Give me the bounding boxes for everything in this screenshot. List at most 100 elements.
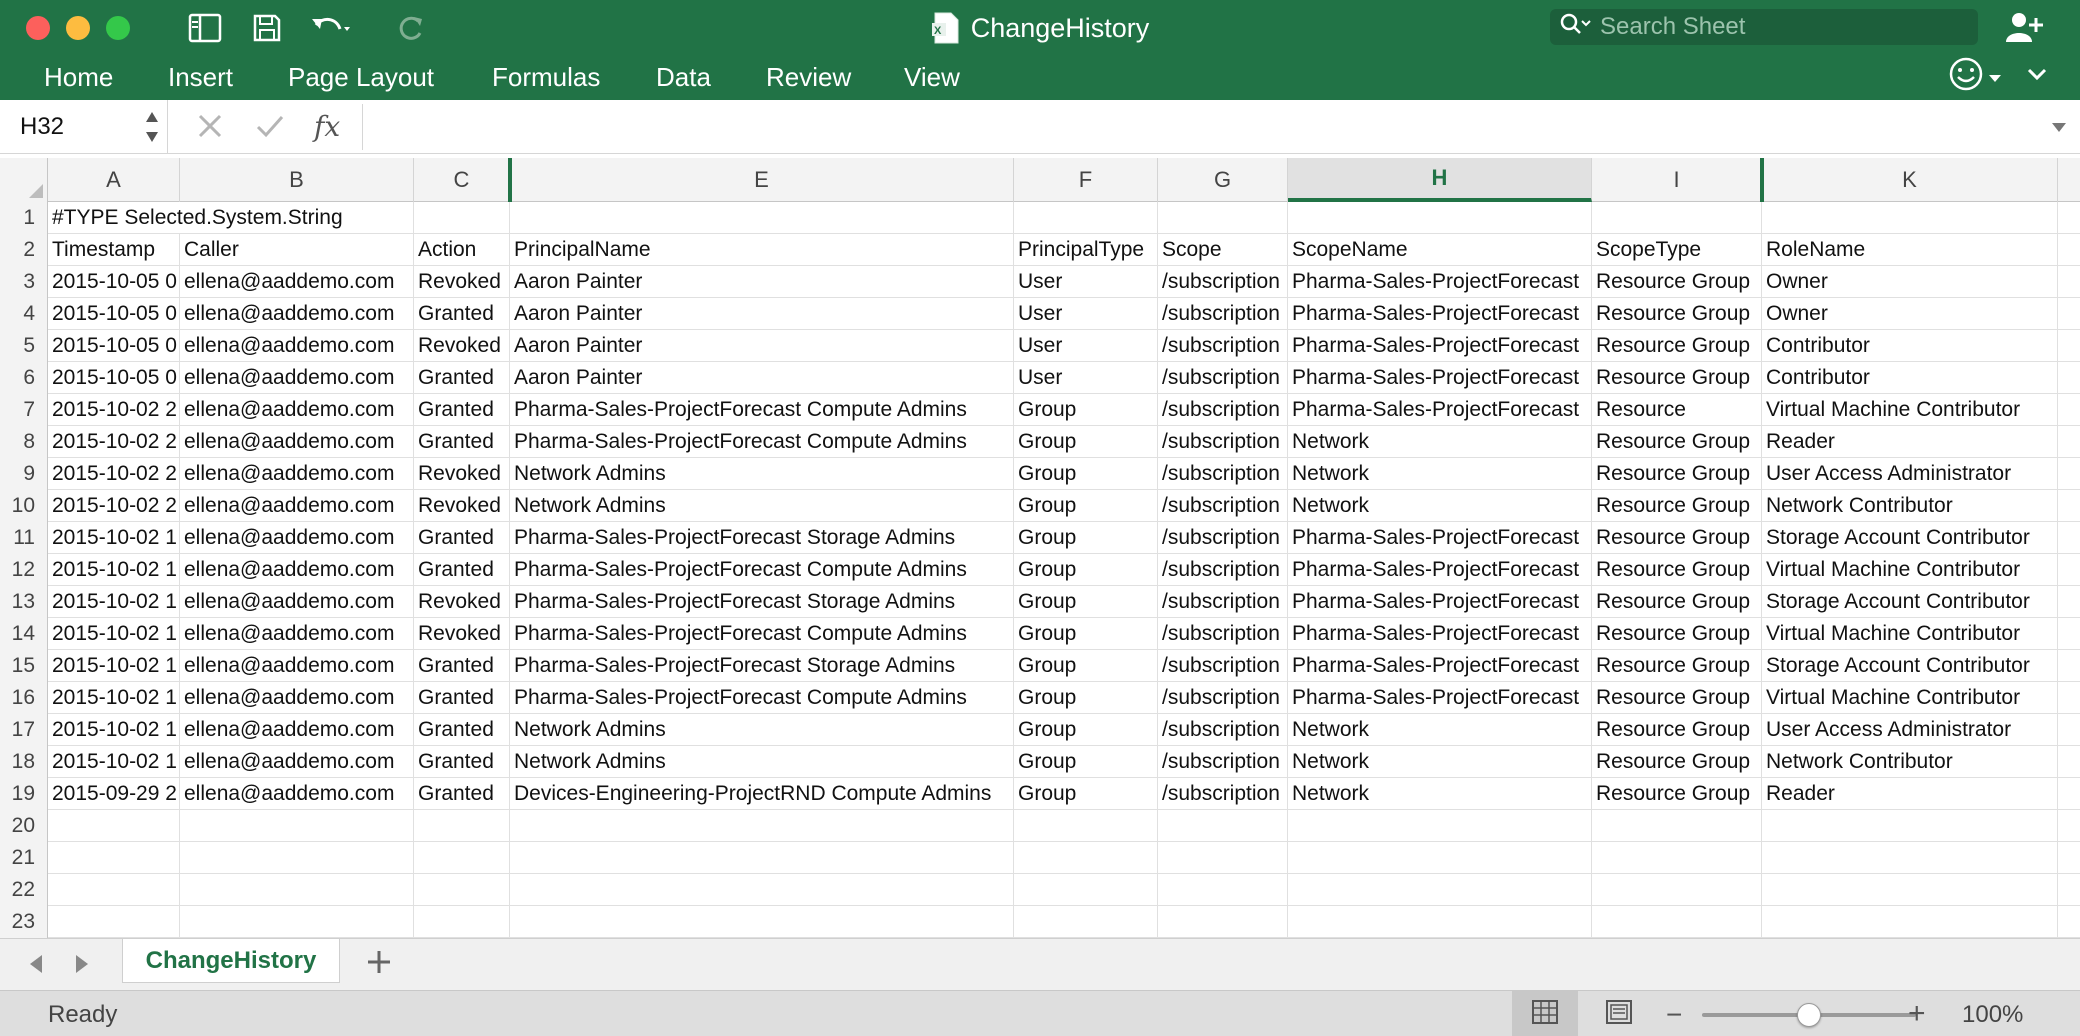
cell-a-17[interactable]: 2015-10-02 1 bbox=[48, 714, 180, 746]
cell-e-21[interactable] bbox=[510, 842, 1014, 874]
cell-g-23[interactable] bbox=[1158, 906, 1288, 938]
cell-h-1[interactable] bbox=[1288, 202, 1592, 234]
cell-g-3[interactable]: /subscription bbox=[1158, 266, 1288, 298]
row-header[interactable]: 20 bbox=[0, 810, 48, 842]
tab-page-layout[interactable]: Page Layout bbox=[288, 62, 434, 93]
cell-a-15[interactable]: 2015-10-02 1 bbox=[48, 650, 180, 682]
cell-k-2[interactable]: RoleName bbox=[1762, 234, 2058, 266]
cell-k-4[interactable]: Owner bbox=[1762, 298, 2058, 330]
cell-k-5[interactable]: Contributor bbox=[1762, 330, 2058, 362]
row-header[interactable]: 23 bbox=[0, 906, 48, 938]
column-header-e[interactable]: E bbox=[510, 158, 1014, 202]
cell-i-7[interactable]: Resource bbox=[1592, 394, 1762, 426]
row-header[interactable]: 1 bbox=[0, 202, 48, 234]
cell-b-13[interactable]: ellena@aaddemo.com bbox=[180, 586, 414, 618]
cell-g-16[interactable]: /subscription bbox=[1158, 682, 1288, 714]
cell-b-10[interactable]: ellena@aaddemo.com bbox=[180, 490, 414, 522]
cell-i-16[interactable]: Resource Group bbox=[1592, 682, 1762, 714]
cell-i-6[interactable]: Resource Group bbox=[1592, 362, 1762, 394]
cell-f-18[interactable]: Group bbox=[1014, 746, 1158, 778]
cell-a-6[interactable]: 2015-10-05 0 bbox=[48, 362, 180, 394]
cell-a-22[interactable] bbox=[48, 874, 180, 906]
cell-e-12[interactable]: Pharma-Sales-ProjectForecast Compute Adm… bbox=[510, 554, 1014, 586]
cell-b-16[interactable]: ellena@aaddemo.com bbox=[180, 682, 414, 714]
cell-i-3[interactable]: Resource Group bbox=[1592, 266, 1762, 298]
cell-e-5[interactable]: Aaron Painter bbox=[510, 330, 1014, 362]
cell-e-17[interactable]: Network Admins bbox=[510, 714, 1014, 746]
cell-c-11[interactable]: Granted bbox=[414, 522, 510, 554]
cell-e-15[interactable]: Pharma-Sales-ProjectForecast Storage Adm… bbox=[510, 650, 1014, 682]
cell-k-7[interactable]: Virtual Machine Contributor bbox=[1762, 394, 2058, 426]
cell-f-10[interactable]: Group bbox=[1014, 490, 1158, 522]
cell-c-23[interactable] bbox=[414, 906, 510, 938]
cell-a-23[interactable] bbox=[48, 906, 180, 938]
cell-e-1[interactable] bbox=[510, 202, 1014, 234]
cell-h-9[interactable]: Network bbox=[1288, 458, 1592, 490]
cell-b-11[interactable]: ellena@aaddemo.com bbox=[180, 522, 414, 554]
cell-c-22[interactable] bbox=[414, 874, 510, 906]
cell-f-21[interactable] bbox=[1014, 842, 1158, 874]
cell-h-3[interactable]: Pharma-Sales-ProjectForecast bbox=[1288, 266, 1592, 298]
cell-f-12[interactable]: Group bbox=[1014, 554, 1158, 586]
cell-h-23[interactable] bbox=[1288, 906, 1592, 938]
tab-home[interactable]: Home bbox=[44, 62, 113, 93]
add-sheet-icon[interactable] bbox=[364, 947, 394, 982]
cell-g-20[interactable] bbox=[1158, 810, 1288, 842]
cell-f-4[interactable]: User bbox=[1014, 298, 1158, 330]
name-box-input[interactable] bbox=[20, 110, 130, 144]
cell-f-9[interactable]: Group bbox=[1014, 458, 1158, 490]
cell-f-6[interactable]: User bbox=[1014, 362, 1158, 394]
cell-f-17[interactable]: Group bbox=[1014, 714, 1158, 746]
cell-b-21[interactable] bbox=[180, 842, 414, 874]
cell-a-7[interactable]: 2015-10-02 2 bbox=[48, 394, 180, 426]
cell-i-18[interactable]: Resource Group bbox=[1592, 746, 1762, 778]
cell-a-12[interactable]: 2015-10-02 1 bbox=[48, 554, 180, 586]
cell-f-7[interactable]: Group bbox=[1014, 394, 1158, 426]
row-header[interactable]: 16 bbox=[0, 682, 48, 714]
feedback-smiley-icon[interactable] bbox=[1948, 56, 1984, 97]
cell-b-17[interactable]: ellena@aaddemo.com bbox=[180, 714, 414, 746]
share-add-person-icon[interactable] bbox=[2004, 10, 2044, 49]
cell-c-2[interactable]: Action bbox=[414, 234, 510, 266]
cell-c-21[interactable] bbox=[414, 842, 510, 874]
cell-e-7[interactable]: Pharma-Sales-ProjectForecast Compute Adm… bbox=[510, 394, 1014, 426]
cell-g-19[interactable]: /subscription bbox=[1158, 778, 1288, 810]
hidden-column-marker[interactable] bbox=[1760, 158, 1764, 202]
cell-b-5[interactable]: ellena@aaddemo.com bbox=[180, 330, 414, 362]
cell-a-3[interactable]: 2015-10-05 0 bbox=[48, 266, 180, 298]
cell-h-15[interactable]: Pharma-Sales-ProjectForecast bbox=[1288, 650, 1592, 682]
cell-i-11[interactable]: Resource Group bbox=[1592, 522, 1762, 554]
cell-f-3[interactable]: User bbox=[1014, 266, 1158, 298]
cell-b-23[interactable] bbox=[180, 906, 414, 938]
feedback-caret-icon[interactable] bbox=[1988, 70, 2002, 88]
column-header-f[interactable]: F bbox=[1014, 158, 1158, 202]
cell-b-15[interactable]: ellena@aaddemo.com bbox=[180, 650, 414, 682]
cell-g-11[interactable]: /subscription bbox=[1158, 522, 1288, 554]
cell-c-14[interactable]: Revoked bbox=[414, 618, 510, 650]
cell-e-2[interactable]: PrincipalName bbox=[510, 234, 1014, 266]
cell-e-13[interactable]: Pharma-Sales-ProjectForecast Storage Adm… bbox=[510, 586, 1014, 618]
cell-b-8[interactable]: ellena@aaddemo.com bbox=[180, 426, 414, 458]
cell-i-2[interactable]: ScopeType bbox=[1592, 234, 1762, 266]
cell-k-3[interactable]: Owner bbox=[1762, 266, 2058, 298]
row-header[interactable]: 19 bbox=[0, 778, 48, 810]
search-sheet-box[interactable] bbox=[1550, 9, 1978, 45]
cell-b-12[interactable]: ellena@aaddemo.com bbox=[180, 554, 414, 586]
cell-h-18[interactable]: Network bbox=[1288, 746, 1592, 778]
cell-f-23[interactable] bbox=[1014, 906, 1158, 938]
cell-k-22[interactable] bbox=[1762, 874, 2058, 906]
cell-k-6[interactable]: Contributor bbox=[1762, 362, 2058, 394]
cell-k-23[interactable] bbox=[1762, 906, 2058, 938]
cell-i-10[interactable]: Resource Group bbox=[1592, 490, 1762, 522]
cell-e-23[interactable] bbox=[510, 906, 1014, 938]
cell-c-18[interactable]: Granted bbox=[414, 746, 510, 778]
cell-c-13[interactable]: Revoked bbox=[414, 586, 510, 618]
cell-e-4[interactable]: Aaron Painter bbox=[510, 298, 1014, 330]
cell-a-18[interactable]: 2015-10-02 1 bbox=[48, 746, 180, 778]
row-header[interactable]: 13 bbox=[0, 586, 48, 618]
cell-a-4[interactable]: 2015-10-05 0 bbox=[48, 298, 180, 330]
cell-a-5[interactable]: 2015-10-05 0 bbox=[48, 330, 180, 362]
cell-k-12[interactable]: Virtual Machine Contributor bbox=[1762, 554, 2058, 586]
row-header[interactable]: 17 bbox=[0, 714, 48, 746]
cell-h-17[interactable]: Network bbox=[1288, 714, 1592, 746]
